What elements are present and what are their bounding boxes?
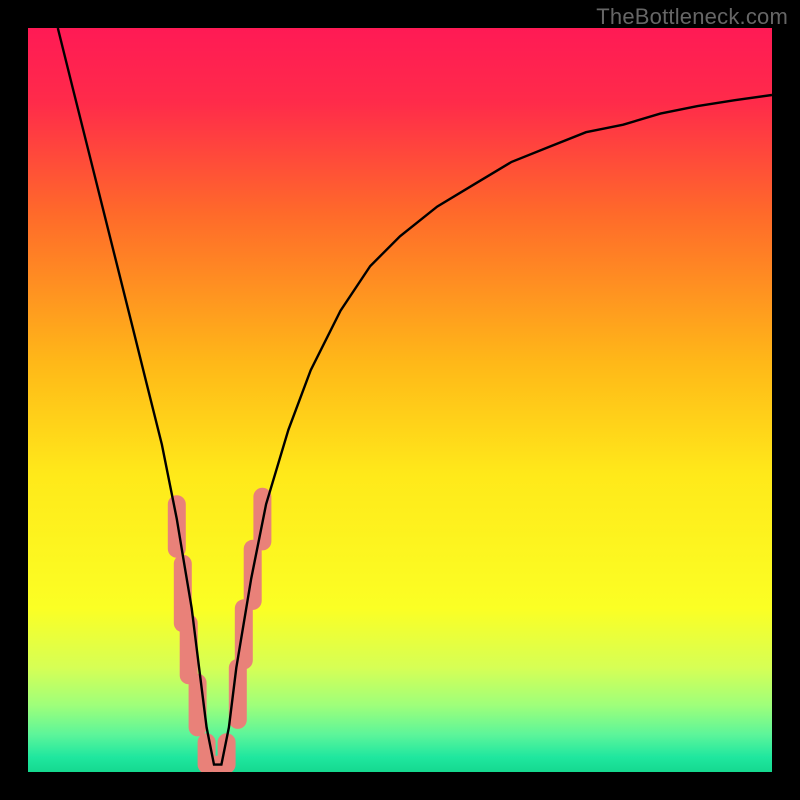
marker-group [177, 497, 263, 765]
outer-frame: TheBottleneck.com [0, 0, 800, 800]
plot-area [28, 28, 772, 772]
bottleneck-curve [58, 28, 772, 765]
watermark-text: TheBottleneck.com [596, 4, 788, 30]
curve-layer [28, 28, 772, 772]
